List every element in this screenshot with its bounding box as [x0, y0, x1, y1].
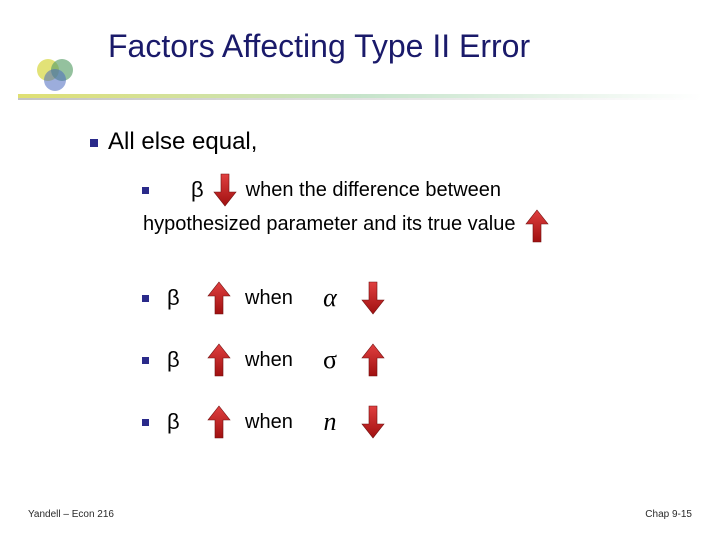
beta-symbol: β — [167, 409, 180, 434]
bullet-icon — [142, 187, 149, 194]
sub-bullet-4: β when n — [142, 404, 391, 440]
footer-left: Yandell – Econ 216 — [28, 509, 114, 520]
sub1-text-b: hypothesized parameter and its true valu… — [143, 213, 515, 235]
bullet-icon — [90, 139, 98, 147]
up-arrow-icon — [206, 404, 232, 440]
down-arrow-icon — [212, 172, 238, 208]
sub1-text-a: when the difference between — [246, 179, 501, 202]
bullet-icon — [142, 295, 149, 302]
main-bullet-text: All else equal, — [108, 128, 257, 155]
down-arrow-icon — [360, 280, 386, 316]
title-underline — [18, 94, 702, 100]
up-arrow-icon — [206, 280, 232, 316]
up-arrow-icon — [206, 342, 232, 378]
bullet-icon — [142, 357, 149, 364]
footer-right: Chap 9-15 — [645, 509, 692, 520]
bullet-icon — [142, 419, 149, 426]
n-symbol: n — [317, 407, 343, 437]
sub-bullet-2: β when α — [142, 280, 391, 316]
slide-title: Factors Affecting Type II Error — [108, 28, 530, 65]
beta-symbol: β — [167, 285, 180, 310]
beta-symbol: β — [167, 347, 180, 372]
up-arrow-icon — [524, 208, 550, 244]
sub-bullet-3: β when σ — [142, 342, 391, 378]
sub-bullet-1: β when the difference between hypothesiz… — [142, 172, 550, 244]
down-arrow-icon — [360, 404, 386, 440]
main-bullet: All else equal, — [90, 128, 257, 156]
when-text: when — [245, 287, 293, 309]
logo-venn — [34, 56, 78, 94]
alpha-symbol: α — [317, 283, 343, 313]
up-arrow-icon — [360, 342, 386, 378]
beta-symbol: β — [191, 177, 204, 203]
when-text: when — [245, 411, 293, 433]
sigma-symbol: σ — [317, 345, 343, 375]
when-text: when — [245, 349, 293, 371]
